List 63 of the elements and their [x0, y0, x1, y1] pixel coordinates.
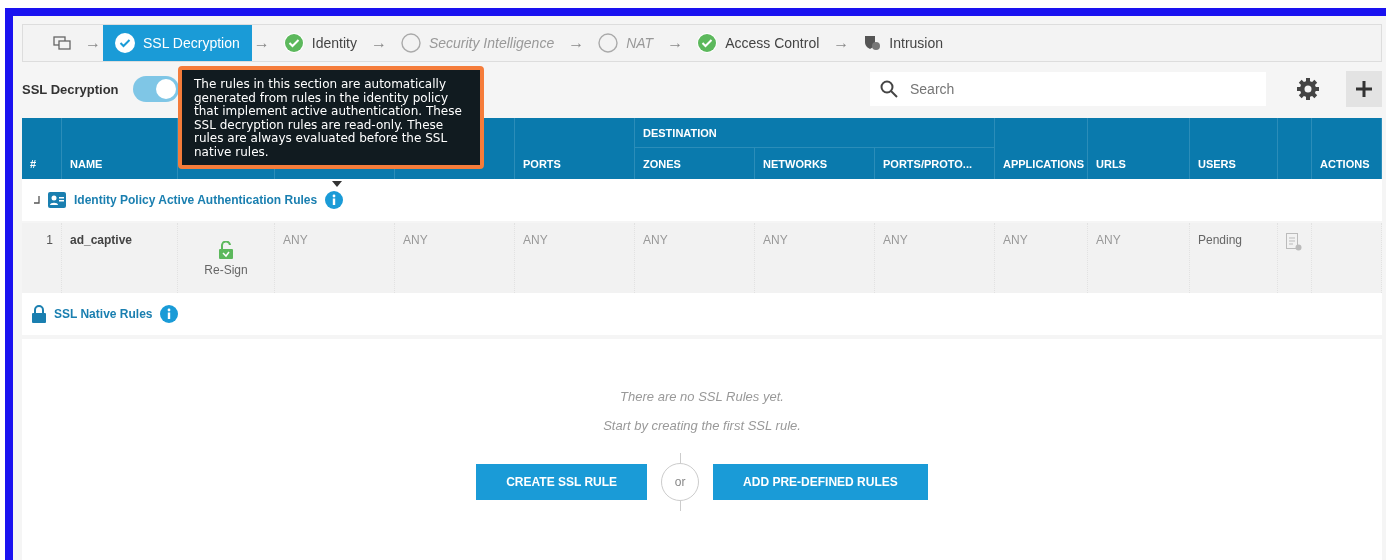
document-icon[interactable]	[1286, 233, 1302, 251]
column-header[interactable]: ZONES	[643, 157, 681, 170]
id-card-icon	[48, 192, 66, 208]
empty-message: There are no SSL Rules yet.	[620, 389, 784, 404]
table-cell: Pending	[1198, 233, 1243, 247]
column-header[interactable]: #	[30, 157, 37, 170]
table-cell: ANY	[283, 233, 308, 247]
table-cell: ANY	[523, 233, 548, 247]
column-header[interactable]: PORTS/PROTO...	[883, 157, 973, 170]
column-header[interactable]: NETWORKS	[763, 157, 828, 170]
wizard-step[interactable]: Security Intelligence	[388, 25, 567, 61]
create-rule-button[interactable]: CREATE SSL RULE	[476, 464, 648, 500]
tooltip-pointer	[332, 181, 342, 187]
open-lock-icon	[219, 241, 233, 259]
wizard-step[interactable]: SSL Decryption	[103, 25, 252, 61]
table-cell: ANY	[1096, 233, 1121, 247]
empty-circle-icon	[400, 33, 421, 53]
column-header[interactable]: URLS	[1096, 157, 1126, 170]
check-icon	[283, 33, 304, 53]
arrow-separator: →	[567, 34, 586, 52]
search-icon	[880, 80, 898, 98]
rule-number: 1	[46, 233, 53, 247]
table-cell: ANY	[763, 233, 788, 247]
collapse-icon[interactable]	[32, 196, 40, 204]
column-header[interactable]: NAME	[70, 157, 103, 170]
toggle-label: SSL Decryption	[22, 81, 119, 97]
arrow-separator: →	[84, 34, 102, 52]
toggle-switch[interactable]	[132, 76, 179, 102]
shield-icon	[863, 34, 882, 52]
wizard-step[interactable]: Identity	[271, 25, 369, 61]
column-header[interactable]: USERS	[1198, 157, 1236, 170]
arrow-separator: →	[832, 34, 851, 52]
section-title: Identity Policy Active Authentication Rules	[74, 193, 318, 207]
rule-action: Re-Sign	[204, 263, 248, 277]
rule-name: ad_captive	[70, 233, 133, 247]
arrow-separator: →	[252, 34, 271, 52]
table-cell: ANY	[883, 233, 908, 247]
column-header[interactable]: ACTIONS	[1320, 157, 1370, 170]
wizard-step[interactable]: Intrusion	[851, 25, 955, 61]
section-title: SSL Native Rules	[54, 307, 153, 321]
table-cell: ANY	[1003, 233, 1028, 247]
search-field[interactable]: Search	[870, 72, 1266, 106]
check-icon	[115, 33, 135, 53]
info-icon[interactable]	[325, 191, 344, 209]
empty-hint: Start by creating the first SSL rule.	[603, 418, 801, 433]
table-cell: ANY	[643, 233, 668, 247]
column-header[interactable]: APPLICATIONS	[1003, 157, 1085, 170]
column-group-header: DESTINATION	[643, 126, 717, 139]
arrow-separator: →	[369, 34, 388, 52]
plus-icon	[1356, 81, 1372, 97]
empty-circle-icon	[598, 33, 619, 53]
table-cell: ANY	[403, 233, 428, 247]
info-icon[interactable]	[160, 305, 179, 323]
column-header[interactable]: PORTS	[523, 157, 561, 170]
add-predefined-button[interactable]: ADD PRE-DEFINED RULES	[713, 464, 928, 500]
tooltip: The rules in this section are automatically generated from rules in the identity policy that implement active authentication. These SSL decryption rules are read-only. These rules are always evaluated before the SSL native rules.	[178, 66, 484, 169]
wizard-step[interactable]: NAT	[586, 25, 666, 61]
add-button[interactable]	[1346, 71, 1382, 107]
check-icon	[697, 33, 718, 53]
wizard-step[interactable]: Access Control	[685, 25, 832, 61]
arrow-separator: →	[666, 34, 685, 52]
lock-icon	[32, 305, 46, 323]
monitor-icon	[53, 36, 71, 50]
